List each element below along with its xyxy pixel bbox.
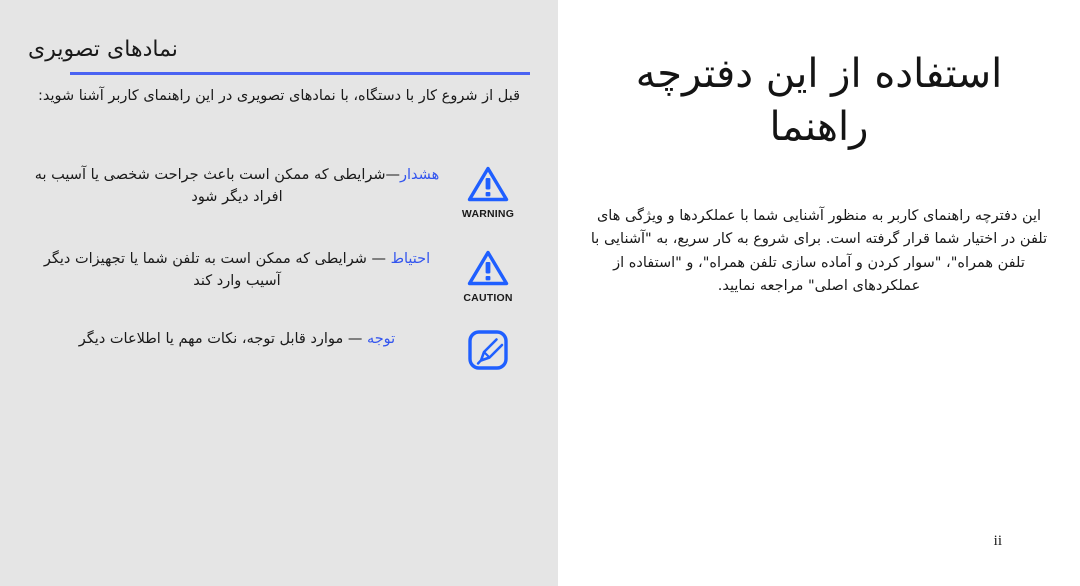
intro-paragraph: قبل از شروع کار با دستگاه، با نمادهای تص… — [37, 88, 521, 104]
page-title: نمادهای تصویری — [28, 37, 178, 62]
page-number: ii — [993, 533, 1002, 549]
section-body-paragraph: این دفترچه راهنمای کاربر به منظور آشنایی… — [590, 208, 1048, 295]
warning-icon-caption: WARNING — [461, 208, 515, 220]
note-pen-icon — [467, 329, 509, 375]
warning-keyword: هشدار — [400, 167, 440, 183]
using-this-manual-panel: استفاده از این دفترچه راهنما این دفترچه … — [558, 0, 1080, 586]
caution-separator: — — [366, 251, 391, 267]
title-divider — [70, 72, 530, 75]
symbol-row-caution: CAUTION احتیاط — شرایطی که ممکن است به ت… — [28, 247, 530, 304]
symbol-row-note: توجه — موارد قابل توجه، نکات مهم یا اطلا… — [28, 327, 530, 376]
note-icon-cell — [446, 327, 530, 376]
warning-separator: — — [385, 167, 401, 183]
warning-description: شرایطی که ممکن است باعث جراحت شخصی یا آس… — [34, 167, 386, 205]
note-separator: — — [343, 331, 367, 347]
section-heading: استفاده از این دفترچه راهنما — [635, 51, 1003, 150]
caution-row-text: احتیاط — شرایطی که ممکن است به تلفن شما … — [28, 247, 446, 293]
caution-keyword: احتیاط — [390, 251, 431, 267]
note-row-text: توجه — موارد قابل توجه، نکات مهم یا اطلا… — [28, 327, 446, 351]
note-description: موارد قابل توجه، نکات مهم یا اطلاعات دیگ… — [78, 331, 344, 347]
pictorial-symbols-panel: نمادهای تصویری قبل از شروع کار با دستگاه… — [0, 0, 558, 586]
document-page: نمادهای تصویری قبل از شروع کار با دستگاه… — [0, 0, 1080, 586]
note-keyword: توجه — [366, 331, 396, 347]
warning-row-text: هشدار—شرایطی که ممکن است باعث جراحت شخصی… — [28, 163, 446, 209]
symbol-row-warning: WARNING هشدار—شرایطی که ممکن است باعث جر… — [28, 163, 530, 220]
caution-triangle-icon — [467, 249, 509, 291]
caution-icon-cell: CAUTION — [446, 247, 530, 304]
warning-triangle-icon — [467, 165, 509, 207]
caution-icon-caption: CAUTION — [463, 292, 513, 304]
caution-description: شرایطی که ممکن است به تلفن شما یا تجهیزا… — [43, 251, 367, 289]
warning-icon-cell: WARNING — [446, 163, 530, 220]
